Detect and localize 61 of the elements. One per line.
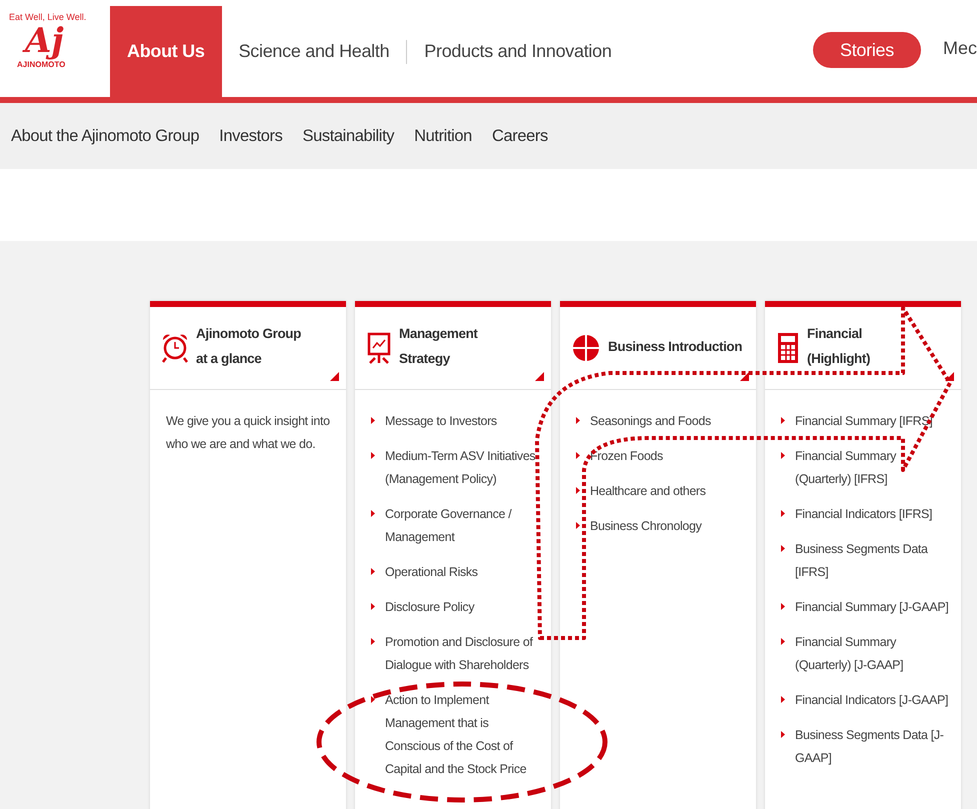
card-link[interactable]: Medium-Term ASV Initiatives (Management Policy) — [385, 445, 541, 491]
bullet-icon — [576, 417, 580, 424]
card-link[interactable]: Promotion and Disclosure of Dialogue with Shareholders — [385, 631, 541, 677]
subnav-link[interactable]: Careers — [492, 126, 548, 146]
card-link[interactable]: Operational Risks — [385, 561, 478, 584]
calculator-icon — [777, 332, 799, 364]
bullet-icon — [371, 417, 375, 424]
corner-triangle-icon — [945, 372, 954, 381]
card-link[interactable]: Business Chronology — [590, 515, 702, 538]
card-link[interactable]: Corporate Governance / Management — [385, 503, 541, 549]
nav-link[interactable]: Mec — [942, 38, 977, 59]
presentation-board-icon — [367, 331, 391, 365]
corner-triangle-icon — [535, 372, 544, 381]
card-link[interactable]: Business Segments Data [IFRS] — [795, 538, 951, 584]
corner-triangle-icon — [740, 372, 749, 381]
bullet-icon — [781, 638, 785, 645]
bullet-icon — [576, 452, 580, 459]
card-link[interactable]: Disclosure Policy — [385, 596, 474, 619]
subnav-link[interactable]: About the Ajinomoto Group — [11, 126, 200, 146]
bullet-icon — [371, 603, 375, 610]
stories-button[interactable]: Stories — [812, 32, 921, 68]
bullet-icon — [371, 568, 375, 575]
card-link[interactable]: Message to Investors — [385, 410, 497, 433]
bullet-icon — [371, 696, 375, 703]
card-link[interactable]: Financial Summary [J-GAAP] — [795, 596, 948, 619]
bullet-icon — [371, 510, 375, 517]
bullet-icon — [781, 452, 785, 459]
globe-icon — [572, 334, 600, 362]
bullet-icon — [781, 731, 785, 738]
card-link[interactable]: Business Segments Data [J-GAAP] — [795, 724, 951, 770]
card-link[interactable]: Frozen Foods — [590, 445, 663, 468]
bullet-icon — [781, 696, 785, 703]
nav-tab[interactable]: About Us — [110, 6, 222, 97]
bullet-icon — [781, 603, 785, 610]
card-link[interactable]: Action to Implement Management that is Conscious of the Cost of Capital and the Stock Price — [385, 689, 541, 781]
card-title[interactable]: Business Introduction — [608, 334, 742, 358]
card-link[interactable]: Financial Summary (Quarterly) [J-GAAP] — [795, 631, 951, 677]
bullet-icon — [781, 510, 785, 517]
card-link[interactable]: Financial Indicators [IFRS] — [795, 503, 932, 526]
card-title[interactable]: Financial (Highlight) — [807, 321, 870, 371]
nav-tab[interactable]: Products and Innovation — [407, 6, 629, 97]
card-link[interactable]: Seasonings and Foods — [590, 410, 711, 433]
logo-tagline: Eat Well, Live Well. — [9, 12, 86, 22]
bullet-icon — [576, 522, 580, 529]
logo-wordmark: AJINOMOTO — [17, 60, 66, 69]
subnav-link[interactable]: Sustainability — [302, 126, 394, 146]
bullet-icon — [576, 487, 580, 494]
card-title[interactable]: Ajinomoto Group at a glance — [196, 321, 301, 371]
corner-triangle-icon — [330, 372, 339, 381]
nav-tab[interactable]: Science and Health — [222, 6, 406, 97]
card-link[interactable]: Financial Indicators [J-GAAP] — [795, 689, 948, 712]
card-link[interactable]: Financial Summary (Quarterly) [IFRS] — [795, 445, 951, 491]
card-link[interactable]: Healthcare and others — [590, 480, 706, 503]
card-description: We give you a quick insight into who we are and what we do. — [166, 413, 331, 453]
bullet-icon — [781, 545, 785, 552]
card-title[interactable]: Management Strategy — [399, 321, 478, 371]
subnav-link[interactable]: Nutrition — [414, 126, 472, 146]
bullet-icon — [371, 638, 375, 645]
bullet-icon — [781, 417, 785, 424]
subnav-link[interactable]: Investors — [219, 126, 282, 146]
bullet-icon — [371, 452, 375, 459]
